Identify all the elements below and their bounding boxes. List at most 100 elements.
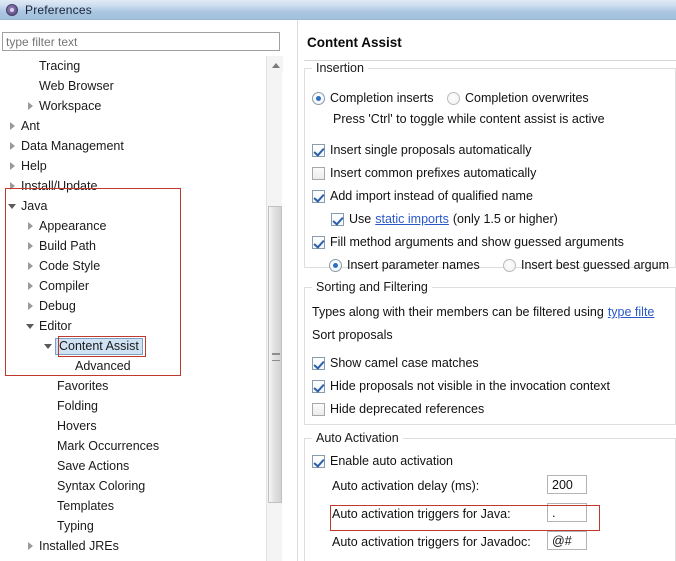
radio-insert-parameter-names[interactable]: Insert parameter names [329, 258, 480, 272]
scrollbar-thumb[interactable] [268, 206, 282, 503]
tree-item-mark-occurrences[interactable]: Mark Occurrences [0, 436, 266, 456]
tree-item-advanced[interactable]: Advanced [0, 356, 266, 376]
tree-item-label: Java [21, 198, 48, 213]
tree-item-help[interactable]: Help [0, 156, 266, 176]
checkbox-hide-deprecated[interactable]: Hide deprecated references [312, 402, 484, 416]
checkbox-insert-common-prefixes-box[interactable] [312, 166, 325, 180]
tree-item-build-path[interactable]: Build Path [0, 236, 266, 256]
checkbox-camel-case-matches-label: Show camel case matches [330, 356, 479, 370]
tree-item-templates[interactable]: Templates [0, 496, 266, 516]
checkbox-enable-auto-activation-box[interactable] [312, 454, 325, 468]
auto-activation-delay-input[interactable] [547, 475, 587, 494]
tree-item-label: Content Assist [55, 337, 143, 355]
chevron-right-icon[interactable] [24, 96, 37, 116]
javadoc-triggers-label: Auto activation triggers for Javadoc: [332, 535, 531, 549]
checkbox-enable-auto-activation[interactable]: Enable auto activation [312, 454, 453, 468]
static-imports-link[interactable]: static imports [375, 212, 449, 226]
tree-item-compiler[interactable]: Compiler [0, 276, 266, 296]
checkbox-insert-single-proposals-box[interactable] [312, 143, 325, 157]
tree-vertical-scrollbar[interactable] [266, 56, 283, 561]
tree-item-save-actions[interactable]: Save Actions [0, 456, 266, 476]
checkbox-insert-common-prefixes[interactable]: Insert common prefixes automatically [312, 166, 536, 180]
checkbox-fill-method-arguments-box[interactable] [312, 235, 325, 249]
radio-insert-best-guessed[interactable]: Insert best guessed argum [503, 258, 669, 272]
chevron-down-icon[interactable] [6, 196, 19, 216]
chevron-right-icon[interactable] [24, 256, 37, 276]
tree-item-folding[interactable]: Folding [0, 396, 266, 416]
tree-item-hovers[interactable]: Hovers [0, 416, 266, 436]
left-pane: Tracing Web Browser Workspace Ant Data Manag… [0, 20, 292, 561]
chevron-right-icon[interactable] [24, 296, 37, 316]
tree-item-favorites[interactable]: Favorites [0, 376, 266, 396]
radio-best-guessed-indicator[interactable] [503, 258, 516, 272]
chevron-down-icon[interactable] [24, 316, 37, 336]
java-triggers-input[interactable] [547, 503, 587, 522]
radio-parameter-names-indicator[interactable] [329, 258, 342, 272]
checkbox-add-import[interactable]: Add import instead of qualified name [312, 189, 533, 203]
filter-input[interactable] [2, 32, 280, 51]
tree-item-workspace[interactable]: Workspace [0, 96, 266, 116]
preferences-tree[interactable]: Tracing Web Browser Workspace Ant Data Manag… [0, 56, 266, 561]
radio-completion-inserts[interactable]: Completion inserts [312, 91, 434, 105]
scroll-up-arrow-icon[interactable] [267, 56, 283, 73]
tree-item-label: Ant [21, 118, 40, 133]
chevron-right-icon[interactable] [6, 136, 19, 156]
chevron-right-icon[interactable] [6, 156, 19, 176]
checkbox-camel-case-matches-box[interactable] [312, 356, 325, 370]
checkbox-use-static-imports-box[interactable] [331, 212, 344, 226]
tree-item-debug[interactable]: Debug [0, 296, 266, 316]
checkbox-insert-single-proposals[interactable]: Insert single proposals automatically [312, 143, 532, 157]
right-pane: Content Assist Insertion Completion inse… [297, 20, 676, 561]
chevron-right-icon[interactable] [24, 216, 37, 236]
javadoc-triggers-input[interactable] [547, 531, 587, 550]
chevron-right-icon[interactable] [6, 176, 19, 196]
tree-item-label: Typing [57, 518, 94, 533]
tree-item-content-assist[interactable]: Content Assist [0, 336, 266, 356]
chevron-right-icon[interactable] [24, 536, 37, 556]
tree-item-typing[interactable]: Typing [0, 516, 266, 536]
checkbox-add-import-label: Add import instead of qualified name [330, 189, 533, 203]
tree-item-web-browser[interactable]: Web Browser [0, 76, 266, 96]
tree-item-appearance[interactable]: Appearance [0, 216, 266, 236]
tree-item-installed-jres[interactable]: Installed JREs [0, 536, 266, 556]
tree-item-label: Mark Occurrences [57, 438, 160, 453]
radio-overwrites-indicator[interactable] [447, 91, 460, 105]
tree-item-tracing[interactable]: Tracing [0, 56, 266, 76]
tree-item-label: Save Actions [57, 458, 130, 473]
tree-item-code-style[interactable]: Code Style [0, 256, 266, 276]
tree-item-label: Advanced [75, 358, 131, 373]
tree-item-syntax-coloring[interactable]: Syntax Coloring [0, 476, 266, 496]
checkbox-hide-not-visible-label: Hide proposals not visible in the invoca… [330, 379, 611, 393]
radio-parameter-names-label: Insert parameter names [347, 258, 480, 272]
checkbox-camel-case-matches[interactable]: Show camel case matches [312, 356, 479, 370]
chevron-right-icon[interactable] [24, 236, 37, 256]
tree-item-label: Debug [39, 298, 76, 313]
checkbox-hide-deprecated-box[interactable] [312, 402, 325, 416]
radio-completion-overwrites[interactable]: Completion overwrites [447, 91, 589, 105]
checkbox-hide-not-visible[interactable]: Hide proposals not visible in the invoca… [312, 379, 610, 393]
radio-inserts-indicator[interactable] [312, 91, 325, 105]
checkbox-hide-not-visible-box[interactable] [312, 379, 325, 393]
chevron-down-icon[interactable] [42, 336, 55, 356]
type-filters-link[interactable]: type filte [608, 305, 655, 319]
java-triggers-label-text: Auto activation triggers for Java: [332, 507, 511, 521]
radio-best-guessed-label: Insert best guessed argum [521, 258, 669, 272]
tree-item-label: Data Management [21, 138, 124, 153]
checkbox-fill-method-arguments[interactable]: Fill method arguments and show guessed a… [312, 235, 624, 249]
checkbox-insert-single-proposals-label: Insert single proposals automatically [330, 143, 532, 157]
auto-activation-delay-label-text: Auto activation delay (ms): [332, 479, 480, 493]
chevron-right-icon[interactable] [24, 276, 37, 296]
tree-item-java[interactable]: Java [0, 196, 266, 216]
tree-item-data-management[interactable]: Data Management [0, 136, 266, 156]
tree-item-ant[interactable]: Ant [0, 116, 266, 136]
checkbox-add-import-box[interactable] [312, 189, 325, 203]
checkbox-use-static-imports[interactable]: Use static imports (only 1.5 or higher) [331, 212, 558, 226]
tree-item-install-update[interactable]: Install/Update [0, 176, 266, 196]
chevron-right-icon[interactable] [6, 116, 19, 136]
tree-item-label: Templates [57, 498, 114, 513]
tree-item-editor[interactable]: Editor [0, 316, 266, 336]
